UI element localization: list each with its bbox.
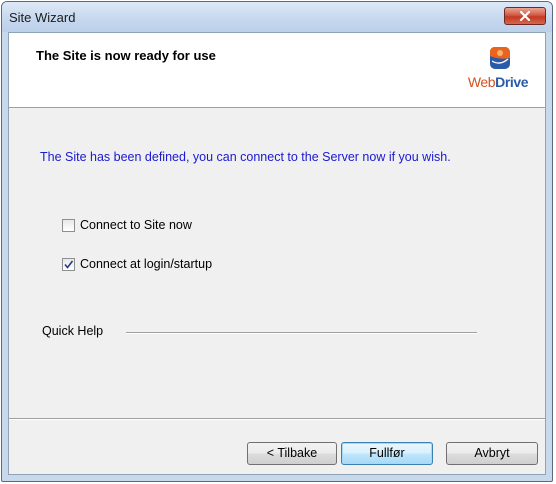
webdrive-logo: WebDrive bbox=[463, 44, 533, 102]
window-title: Site Wizard bbox=[9, 10, 76, 25]
quick-help-divider bbox=[126, 332, 477, 334]
logo-text-web: Web bbox=[467, 74, 496, 90]
site-wizard-window: Site Wizard The Site is now ready for us… bbox=[1, 1, 553, 482]
wizard-client-area: The Site is now ready for use WebDrive T… bbox=[8, 32, 546, 475]
close-icon bbox=[519, 11, 531, 21]
connect-now-label[interactable]: Connect to Site now bbox=[80, 218, 192, 232]
connect-at-login-label[interactable]: Connect at login/startup bbox=[80, 257, 212, 271]
connect-now-checkbox[interactable] bbox=[62, 218, 75, 232]
connect-at-login-checkbox[interactable] bbox=[62, 257, 75, 271]
webdrive-logo-icon bbox=[490, 47, 510, 69]
wizard-header: The Site is now ready for use WebDrive bbox=[9, 33, 545, 108]
page-title: The Site is now ready for use bbox=[36, 48, 216, 63]
checkmark-icon bbox=[64, 260, 74, 269]
info-message: The Site has been defined, you can conne… bbox=[40, 150, 451, 164]
cancel-button[interactable]: Avbryt bbox=[446, 442, 538, 465]
logo-text-drive: Drive bbox=[495, 74, 529, 90]
title-bar[interactable]: Site Wizard bbox=[2, 2, 552, 32]
close-button[interactable] bbox=[504, 7, 546, 25]
quick-help-label: Quick Help bbox=[42, 324, 104, 338]
webdrive-logo-text: WebDrive bbox=[463, 74, 533, 90]
back-button[interactable]: < Tilbake bbox=[247, 442, 337, 465]
button-area-divider bbox=[9, 418, 545, 420]
connect-now-option[interactable]: Connect to Site now bbox=[62, 218, 192, 232]
connect-at-login-option[interactable]: Connect at login/startup bbox=[62, 257, 212, 271]
finish-button[interactable]: Fullfør bbox=[341, 442, 433, 465]
